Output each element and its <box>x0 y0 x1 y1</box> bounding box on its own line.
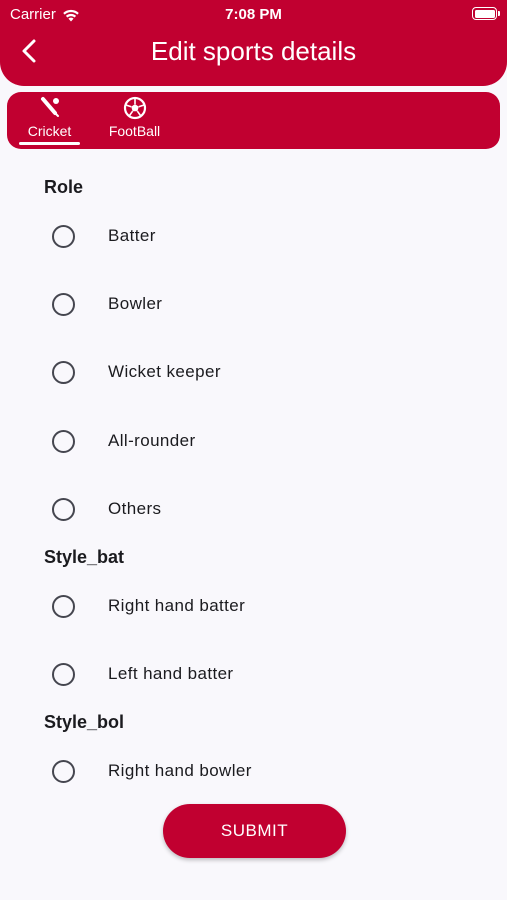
radio-label: Wicket keeper <box>108 362 221 381</box>
submit-button[interactable]: SUBMIT <box>163 804 346 858</box>
sport-tab-bar: Cricket FootBall <box>7 92 500 149</box>
radio-label: Right hand bowler <box>108 761 252 780</box>
section-title-style-bol: Style_bol <box>44 712 125 732</box>
radio-label: All-rounder <box>108 431 196 450</box>
radio-button[interactable] <box>52 360 75 384</box>
selected-tab-indicator <box>19 142 80 145</box>
radio-button[interactable] <box>52 497 75 521</box>
radio-label: Bowler <box>108 294 163 313</box>
tab-cricket[interactable]: Cricket <box>17 92 82 149</box>
radio-button[interactable] <box>52 662 75 686</box>
radio-button[interactable] <box>52 594 75 618</box>
tab-football[interactable]: FootBall <box>102 92 167 149</box>
battery-icon <box>472 7 500 20</box>
radio-label: Left hand batter <box>108 664 234 683</box>
football-icon <box>123 96 146 120</box>
radio-label: Others <box>108 499 162 518</box>
page-title: Edit sports details <box>150 36 357 66</box>
radio-option-others[interactable]: Others <box>48 489 468 529</box>
radio-option-left-hand-batter[interactable]: Left hand batter <box>48 654 468 694</box>
radio-label: Batter <box>108 226 156 245</box>
tab-football-label: FootBall <box>108 123 161 139</box>
radio-option-batter[interactable]: Batter <box>48 216 468 256</box>
radio-option-bowler[interactable]: Bowler <box>48 284 468 324</box>
radio-option-wicket-keeper[interactable]: Wicket keeper <box>48 352 468 392</box>
cricket-icon <box>40 97 59 117</box>
status-bar: Carrier 7:08 PM <box>0 0 507 28</box>
radio-option-all-rounder[interactable]: All-rounder <box>48 421 468 461</box>
radio-option-right-hand-bowler[interactable]: Right hand bowler <box>48 751 468 791</box>
radio-option-right-hand-batter[interactable]: Right hand batter <box>48 586 468 626</box>
radio-label: Right hand batter <box>108 596 246 615</box>
radio-button[interactable] <box>52 759 75 783</box>
radio-button[interactable] <box>52 292 75 316</box>
tab-cricket-label: Cricket <box>27 123 72 139</box>
section-title-style-bat: Style_bat <box>44 547 125 567</box>
section-title-role: Role <box>44 177 84 197</box>
status-time: 7:08 PM <box>225 6 282 23</box>
radio-button[interactable] <box>52 224 75 248</box>
battery-level <box>474 9 495 18</box>
radio-button[interactable] <box>52 429 75 453</box>
app-header: Carrier 7:08 PM Edit sports details <box>0 0 507 86</box>
